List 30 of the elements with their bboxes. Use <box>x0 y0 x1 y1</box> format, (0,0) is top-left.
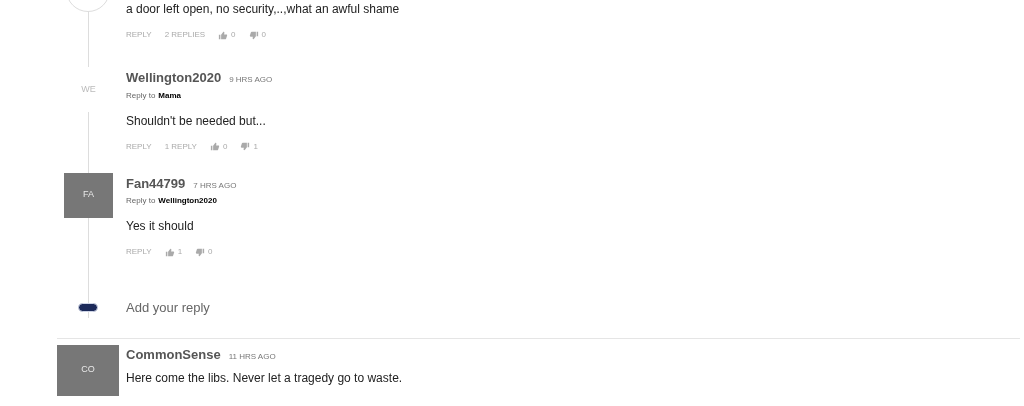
comment-text: Yes it should <box>126 218 195 235</box>
thumbs-down-icon[interactable] <box>195 247 206 257</box>
like-count: 1 <box>177 246 183 258</box>
timestamp: 7 HRS AGO <box>193 179 237 192</box>
author-name[interactable]: Wellington2020 <box>126 68 222 88</box>
timestamp: 11 HRS AGO <box>228 350 276 363</box>
reply-input[interactable]: Add your reply <box>126 298 526 318</box>
dislike-count: 1 <box>253 140 258 153</box>
avatar: FA <box>64 172 113 218</box>
reply-to-label: Reply to <box>126 89 156 102</box>
timestamp: 9 HRS AGO <box>229 74 273 86</box>
thumbs-up-icon[interactable] <box>218 30 229 40</box>
like-count: 0 <box>231 29 236 41</box>
dislike-count: 0 <box>261 29 266 41</box>
like-count: 0 <box>222 140 228 153</box>
thumbs-down-icon[interactable] <box>240 142 251 151</box>
reply-to-link[interactable]: Mama <box>158 89 182 102</box>
comment-text: Here come the libs. Never let a tragedy go to waste. <box>126 370 403 387</box>
thumbs-up-icon[interactable] <box>164 247 175 257</box>
comment-text: Shouldn't be needed but... <box>126 112 267 130</box>
thumbs-up-icon[interactable] <box>209 142 220 151</box>
thumbs-down-icon[interactable] <box>248 30 259 40</box>
author-name[interactable]: Fan44799 <box>126 173 186 193</box>
comment-text: a door left open, no security,..,what an awful shame <box>126 1 400 18</box>
logo-icon <box>78 303 98 313</box>
reply-to-link[interactable]: Wellington2020 <box>158 195 217 207</box>
author-name[interactable]: CommonSense <box>126 344 221 364</box>
avatar: CO <box>57 344 119 396</box>
dislike-count: 0 <box>208 246 213 258</box>
reply-to-label: Reply to <box>126 195 156 207</box>
